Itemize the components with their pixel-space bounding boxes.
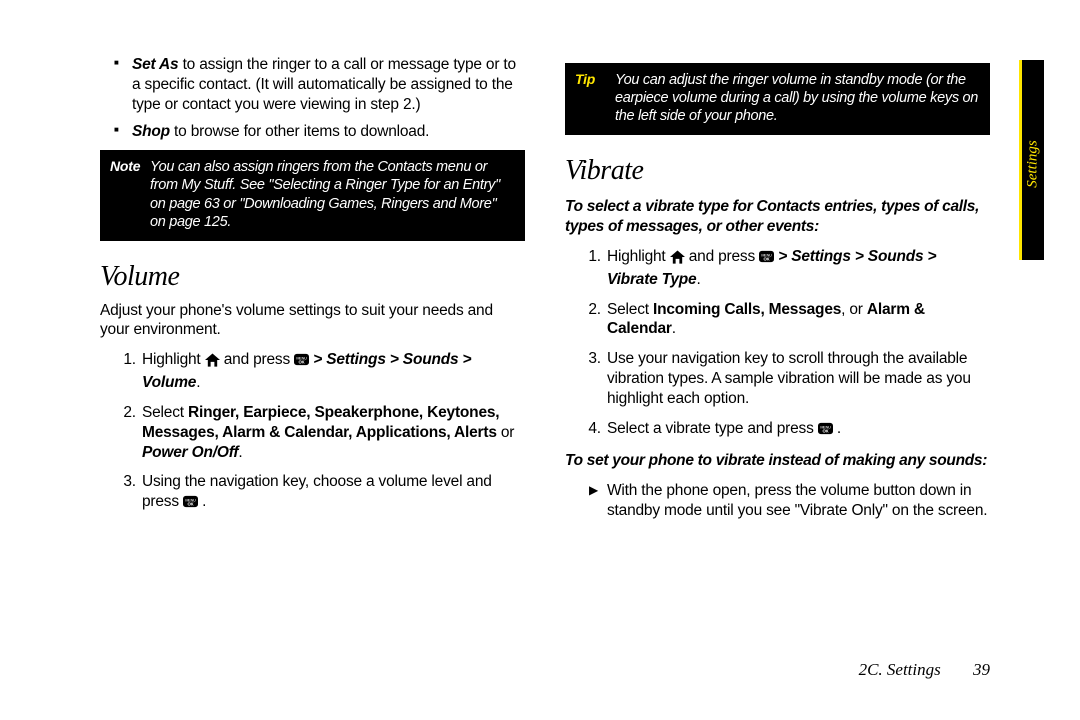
- text: Use your navigation key to scroll throug…: [607, 350, 971, 407]
- text: , or: [841, 301, 867, 318]
- text: With the phone open, press the volume bu…: [607, 482, 987, 519]
- list-item: Highlight and press MENUOK > Settings > …: [140, 350, 525, 393]
- emphasis: Power On/Off: [142, 444, 238, 461]
- list-item: With the phone open, press the volume bu…: [591, 481, 990, 521]
- svg-text:OK: OK: [188, 502, 194, 507]
- section-side-tab: Settings: [1019, 60, 1044, 260]
- text: Select: [142, 404, 188, 421]
- list-item: Shop to browse for other items to downlo…: [128, 122, 525, 142]
- arrow-step: With the phone open, press the volume bu…: [565, 481, 990, 521]
- note-callout: Note You can also assign ringers from th…: [100, 150, 525, 241]
- text: .: [198, 493, 206, 510]
- text: to assign the ringer to a call or messag…: [132, 56, 516, 113]
- note-label: Note: [110, 158, 150, 176]
- tip-callout: Tip You can adjust the ringer volume in …: [565, 63, 990, 135]
- text: .: [196, 374, 200, 391]
- list-item: Use your navigation key to scroll throug…: [605, 349, 990, 408]
- text: and press: [689, 248, 759, 265]
- section-heading-volume: Volume: [100, 259, 525, 295]
- numbered-steps: Highlight and press MENUOK > Settings > …: [565, 247, 990, 442]
- ok-button-icon: MENUOK: [818, 421, 833, 442]
- ok-button-icon: MENUOK: [759, 249, 774, 270]
- footer-section: 2C. Settings: [859, 660, 941, 679]
- text: Select: [607, 301, 653, 318]
- note-body: You can also assign ringers from the Con…: [150, 158, 515, 231]
- text: .: [833, 420, 841, 437]
- text: or: [497, 424, 515, 441]
- emphasis: Shop: [132, 123, 170, 140]
- svg-text:OK: OK: [299, 360, 305, 365]
- text: Highlight: [142, 351, 205, 368]
- text: .: [696, 271, 700, 288]
- list-item: Select Incoming Calls, Messages, or Alar…: [605, 300, 990, 340]
- manual-page: Set As to assign the ringer to a call or…: [0, 0, 1080, 720]
- numbered-steps: Highlight and press MENUOK > Settings > …: [100, 350, 525, 515]
- text: Select a vibrate type and press: [607, 420, 818, 437]
- right-column: Tip You can adjust the ringer volume in …: [565, 55, 990, 531]
- footer-page-number: 39: [973, 660, 990, 679]
- lead-paragraph: To select a vibrate type for Contacts en…: [565, 197, 990, 237]
- text: and press: [224, 351, 294, 368]
- list-item: Select a vibrate type and press MENUOK .: [605, 419, 990, 442]
- list-item: Using the navigation key, choose a volum…: [140, 472, 525, 515]
- emphasis: Ringer, Earpiece, Speakerphone, Keytones…: [142, 404, 499, 441]
- ok-button-icon: MENUOK: [183, 494, 198, 515]
- emphasis: Set As: [132, 56, 178, 73]
- tip-label: Tip: [575, 71, 615, 89]
- home-icon: [670, 250, 685, 270]
- list-item: Highlight and press MENUOK > Settings > …: [605, 247, 990, 290]
- svg-text:OK: OK: [764, 257, 770, 262]
- list-item: Set As to assign the ringer to a call or…: [128, 55, 525, 114]
- section-heading-vibrate: Vibrate: [565, 153, 990, 189]
- emphasis: Incoming Calls, Messages: [653, 301, 841, 318]
- home-icon: [205, 353, 220, 373]
- list-item: Select Ringer, Earpiece, Speakerphone, K…: [140, 403, 525, 462]
- text: .: [672, 320, 676, 337]
- side-tab-label: Settings: [1025, 140, 1042, 188]
- text: Highlight: [607, 248, 670, 265]
- page-footer: 2C. Settings 39: [859, 660, 990, 680]
- text: to browse for other items to download.: [170, 123, 429, 140]
- tip-body: You can adjust the ringer volume in stan…: [615, 71, 980, 125]
- lead-paragraph: To set your phone to vibrate instead of …: [565, 451, 990, 471]
- paragraph: Adjust your phone's volume settings to s…: [100, 301, 525, 341]
- left-column: Set As to assign the ringer to a call or…: [100, 55, 525, 531]
- ok-button-icon: MENUOK: [294, 352, 309, 373]
- sub-bullet-list: Set As to assign the ringer to a call or…: [100, 55, 525, 142]
- text: .: [238, 444, 242, 461]
- two-column-layout: Set As to assign the ringer to a call or…: [0, 0, 1080, 531]
- svg-text:OK: OK: [822, 428, 828, 433]
